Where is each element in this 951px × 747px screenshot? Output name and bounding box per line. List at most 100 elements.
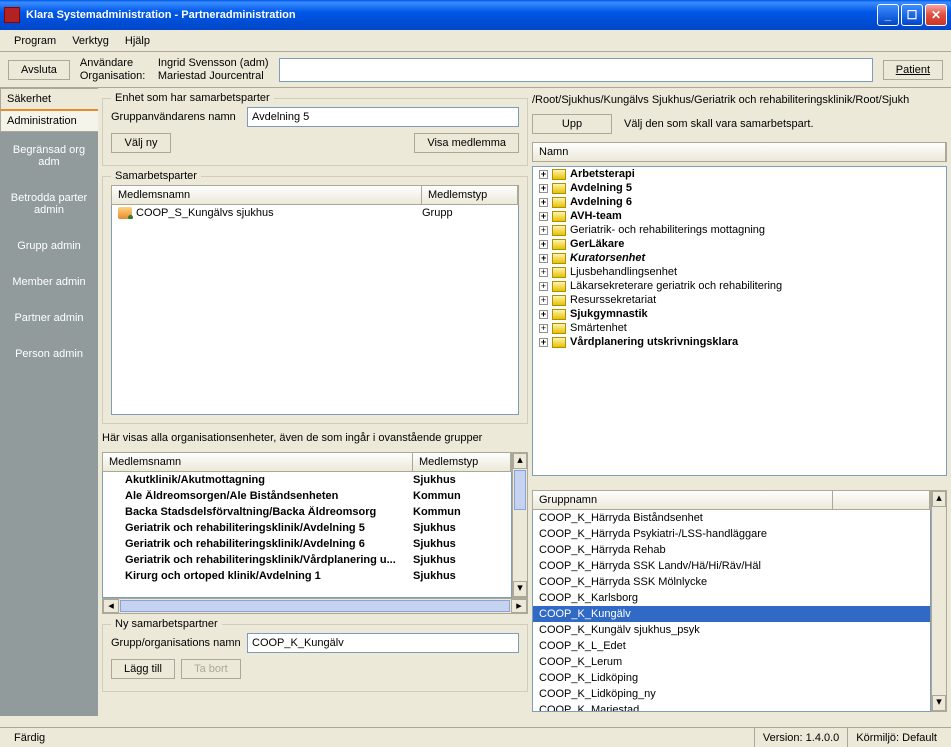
gruppnamn-vscroll[interactable]: ▴ ▾	[931, 490, 947, 712]
list-item[interactable]: COOP_K_Lidköping	[533, 670, 930, 686]
patient-search-input[interactable]	[279, 58, 873, 82]
minimize-button[interactable]: _	[877, 4, 899, 26]
expand-icon[interactable]: +	[539, 184, 548, 193]
sidebar-item[interactable]: Begränsad org adm	[0, 132, 98, 180]
scroll-thumb[interactable]	[514, 470, 526, 510]
tree-item[interactable]: +Kuratorsenhet	[533, 251, 946, 265]
tree-item[interactable]: +Ljusbehandlingsenhet	[533, 265, 946, 279]
scroll-up-icon[interactable]: ▴	[513, 453, 527, 469]
scroll-right-icon[interactable]: ▸	[511, 599, 527, 613]
ny-partner-input[interactable]	[247, 633, 519, 653]
col-gruppnamn[interactable]: Gruppnamn	[533, 491, 833, 509]
col-namn[interactable]: Namn	[533, 143, 946, 161]
tree-item[interactable]: +Arbetsterapi	[533, 167, 946, 181]
tree-item[interactable]: +Geriatrik- och rehabiliterings mottagni…	[533, 223, 946, 237]
list-item[interactable]: Ale Äldreomsorgen/Ale BiståndsenhetenKom…	[103, 488, 511, 504]
tree-item[interactable]: +Avdelning 6	[533, 195, 946, 209]
window-controls: _ ☐ ✕	[877, 4, 947, 26]
list-item[interactable]: COOP_K_Härryda Biståndsenhet	[533, 510, 930, 526]
close-button[interactable]: ✕	[925, 4, 947, 26]
list-item[interactable]: Backa Stadsdelsförvaltning/Backa Äldreom…	[103, 504, 511, 520]
anvandare-label: Användare	[80, 57, 150, 69]
expand-icon[interactable]: +	[539, 254, 548, 263]
menu-program[interactable]: Program	[6, 32, 64, 50]
list-item[interactable]: COOP_K_Lerum	[533, 654, 930, 670]
menu-hjalp[interactable]: Hjälp	[117, 32, 158, 50]
col-medlemstyp[interactable]: Medlemstyp	[422, 186, 518, 204]
expand-icon[interactable]: +	[539, 338, 548, 347]
org-units-hscroll[interactable]: ◂ ▸	[102, 598, 528, 614]
list-item[interactable]: COOP_K_Kungälv	[533, 606, 930, 622]
folder-icon	[552, 309, 566, 320]
expand-icon[interactable]: +	[539, 296, 548, 305]
visa-medlemma-button[interactable]: Visa medlemma	[414, 133, 519, 153]
list-item[interactable]: COOP_K_Härryda Rehab	[533, 542, 930, 558]
tree-item[interactable]: +Resurssekretariat	[533, 293, 946, 307]
list-item[interactable]: COOP_K_Härryda SSK Mölnlycke	[533, 574, 930, 590]
list-item[interactable]: COOP_K_Mariestad	[533, 702, 930, 712]
avsluta-button[interactable]: Avsluta	[8, 60, 70, 80]
expand-icon[interactable]: +	[539, 226, 548, 235]
samarbetsparter-legend: Samarbetsparter	[111, 170, 201, 182]
org-units-list[interactable]: Akutklinik/AkutmottagningSjukhusAle Äldr…	[102, 472, 512, 598]
tab-administration[interactable]: Administration	[0, 109, 98, 132]
list-item[interactable]: Geriatrik och rehabiliteringsklinik/Avde…	[103, 536, 511, 552]
tree-list[interactable]: +Arbetsterapi+Avdelning 5+Avdelning 6+AV…	[532, 166, 947, 476]
expand-icon[interactable]: +	[539, 324, 548, 333]
grupp-input[interactable]	[247, 107, 519, 127]
list-item[interactable]: COOP_K_L_Edet	[533, 638, 930, 654]
scroll-thumb-h[interactable]	[120, 600, 510, 612]
upp-button[interactable]: Upp	[532, 114, 612, 134]
valj-ny-button[interactable]: Välj ny	[111, 133, 171, 153]
list-item[interactable]: COOP_S_Kungälvs sjukhusGrupp	[112, 205, 518, 221]
expand-icon[interactable]: +	[539, 268, 548, 277]
tab-sakerhet[interactable]: Säkerhet	[0, 88, 98, 109]
scroll-down-icon[interactable]: ▾	[932, 695, 946, 711]
gruppnamn-list[interactable]: COOP_K_Härryda BiståndsenhetCOOP_K_Härry…	[532, 510, 931, 712]
list-item[interactable]: COOP_K_Härryda Psykiatri-/LSS-handläggar…	[533, 526, 930, 542]
tree-item[interactable]: +AVH-team	[533, 209, 946, 223]
sidebar-item[interactable]: Member admin	[0, 264, 98, 300]
list-item[interactable]: Kirurg och ortoped klinik/Avdelning 1Sju…	[103, 568, 511, 584]
samarbetsparter-list[interactable]: COOP_S_Kungälvs sjukhusGrupp	[111, 205, 519, 415]
tree-item[interactable]: +GerLäkare	[533, 237, 946, 251]
list-item[interactable]: Geriatrik och rehabiliteringsklinik/Vård…	[103, 552, 511, 568]
tree-item[interactable]: +Vårdplanering utskrivningsklara	[533, 335, 946, 349]
expand-icon[interactable]: +	[539, 170, 548, 179]
tree-item[interactable]: +Avdelning 5	[533, 181, 946, 195]
ta-bort-button[interactable]: Ta bort	[181, 659, 241, 679]
org-units-vscroll[interactable]: ▴ ▾	[512, 452, 528, 598]
expand-icon[interactable]: +	[539, 282, 548, 291]
tree-item[interactable]: +Smärtenhet	[533, 321, 946, 335]
col-medlemsnamn-2[interactable]: Medlemsnamn	[103, 453, 413, 471]
patient-button[interactable]: Patient	[883, 60, 943, 80]
expand-icon[interactable]: +	[539, 310, 548, 319]
sidebar-item[interactable]: Person admin	[0, 336, 98, 372]
sidebar-item[interactable]: Partner admin	[0, 300, 98, 336]
tree-item[interactable]: +Sjukgymnastik	[533, 307, 946, 321]
expand-icon[interactable]: +	[539, 198, 548, 207]
list-item[interactable]: COOP_K_Kungälv sjukhus_psyk	[533, 622, 930, 638]
samarbetsparter-groupbox: Samarbetsparter Medlemsnamn Medlemstyp C…	[102, 176, 528, 424]
scroll-up-icon[interactable]: ▴	[932, 491, 946, 507]
col-medlemstyp-2[interactable]: Medlemstyp	[413, 453, 511, 471]
folder-icon	[552, 197, 566, 208]
sidebar-item[interactable]: Grupp admin	[0, 228, 98, 264]
sidebar: Säkerhet Administration Begränsad org ad…	[0, 88, 98, 716]
expand-icon[interactable]: +	[539, 240, 548, 249]
menu-verktyg[interactable]: Verktyg	[64, 32, 117, 50]
list-item[interactable]: COOP_K_Härryda SSK Landv/Hä/Hi/Räv/Häl	[533, 558, 930, 574]
list-item[interactable]: COOP_K_Lidköping_ny	[533, 686, 930, 702]
scroll-left-icon[interactable]: ◂	[103, 599, 119, 613]
list-item[interactable]: Geriatrik och rehabiliteringsklinik/Avde…	[103, 520, 511, 536]
lagg-till-button[interactable]: Lägg till	[111, 659, 175, 679]
list-item[interactable]: Akutklinik/AkutmottagningSjukhus	[103, 472, 511, 488]
scroll-down-icon[interactable]: ▾	[513, 581, 527, 597]
col-medlemsnamn[interactable]: Medlemsnamn	[112, 186, 422, 204]
expand-icon[interactable]: +	[539, 212, 548, 221]
tree-item[interactable]: +Läkarsekreterare geriatrik och rehabili…	[533, 279, 946, 293]
sidebar-item[interactable]: Betrodda parter admin	[0, 180, 98, 228]
col-gruppnamn-2[interactable]	[833, 491, 930, 509]
list-item[interactable]: COOP_K_Karlsborg	[533, 590, 930, 606]
maximize-button[interactable]: ☐	[901, 4, 923, 26]
